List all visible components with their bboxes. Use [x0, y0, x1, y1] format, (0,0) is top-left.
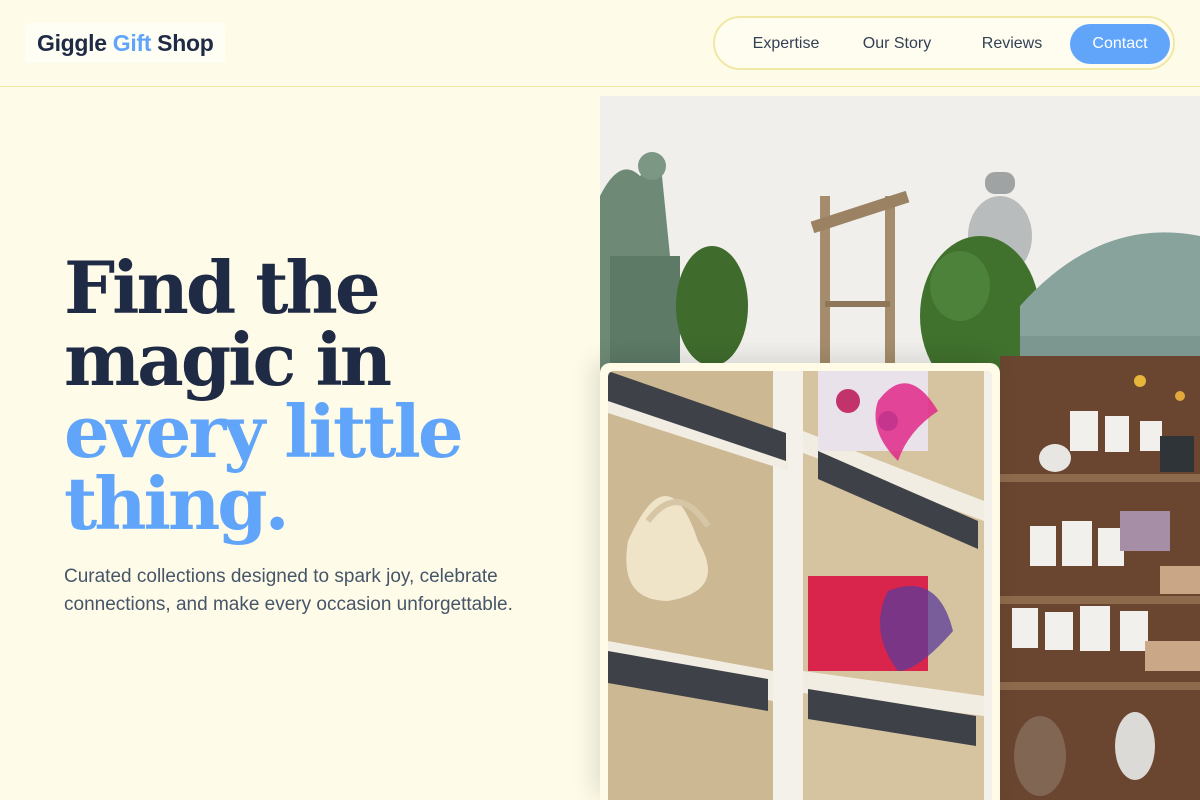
gift-shelf-illustration [608, 371, 992, 800]
gift-shelf-photo [608, 371, 992, 800]
hero-headline: Find the magic in every little thing. [64, 252, 584, 540]
logo-text-gift: Gift [112, 29, 152, 56]
contact-button[interactable]: Contact [1070, 24, 1170, 64]
inset-photo-frame [600, 363, 1000, 800]
site-header: Giggle Gift Shop Expertise Our Story Rev… [0, 0, 1200, 87]
nav-link-expertise[interactable]: Expertise [731, 24, 841, 64]
hero-subtext: Curated collections designed to spark jo… [64, 566, 513, 615]
nav-link-our-story[interactable]: Our Story [847, 24, 947, 64]
headline-line-1: Find the [64, 245, 381, 330]
logo-text-giggle: Giggle [37, 29, 107, 56]
main-nav: Expertise Our Story Reviews Contact [713, 16, 1175, 70]
headline-line-3: every little [64, 389, 464, 474]
headline-line-2: magic in [64, 317, 392, 402]
site-logo[interactable]: Giggle Gift Shop [25, 23, 226, 63]
headline-line-4: thing. [64, 461, 290, 546]
logo-text-shop: Shop [157, 29, 214, 56]
nav-link-reviews[interactable]: Reviews [967, 24, 1057, 64]
